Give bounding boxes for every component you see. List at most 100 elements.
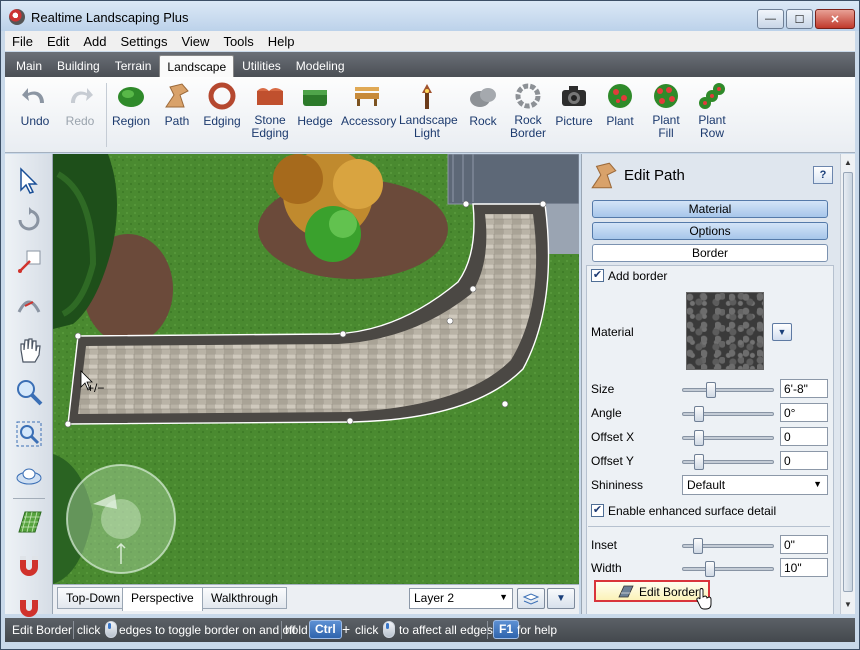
shininess-label: Shininess [591,478,644,492]
tab-modeling[interactable]: Modeling [289,55,352,77]
rock-button[interactable]: Rock [463,81,503,128]
title-bar: Realtime Landscaping Plus — ☐ ✕ [1,1,859,31]
scroll-down-icon[interactable]: ▼ [844,600,852,609]
offset-x-slider-thumb[interactable] [694,430,704,446]
plant-fill-button[interactable]: Plant Fill [646,81,686,140]
edging-button[interactable]: Edging [202,81,242,128]
arc-icon[interactable] [15,290,43,318]
tab-building[interactable]: Building [50,55,107,77]
hedge-label: Hedge [297,114,333,128]
landscape-viewport[interactable]: +/− [53,154,579,584]
offset-y-slider[interactable] [682,454,774,470]
redo-label: Redo [65,114,95,128]
accessory-button[interactable]: Accessory [341,81,396,128]
border-section-button[interactable]: Border [592,244,828,262]
width-slider[interactable] [682,561,774,577]
shininess-select[interactable]: Default ▼ [682,475,828,495]
rock-icon [470,88,496,107]
grid-icon[interactable] [15,508,43,536]
inset-slider[interactable] [682,538,774,554]
close-button[interactable]: ✕ [815,9,855,29]
layers-button[interactable] [517,588,545,609]
plant-row-button[interactable]: Plant Row [692,81,732,140]
picture-button[interactable]: Picture [554,81,594,128]
help-button[interactable]: ? [813,166,833,184]
inset-field[interactable]: 0" [780,535,828,554]
size-label: Size [591,382,615,396]
tab-walkthrough[interactable]: Walkthrough [202,587,287,609]
rotate-icon[interactable] [15,206,43,234]
plant-label: Plant [606,114,634,128]
add-border-checkbox[interactable]: ✔ [591,269,604,282]
menu-settings[interactable]: Settings [114,34,175,49]
rock-border-button[interactable]: Rock Border [508,81,548,140]
maximize-button[interactable]: ☐ [786,9,813,29]
layer-select[interactable]: Layer 2 ▼ [409,588,513,609]
offset-y-label: Offset Y [591,454,634,468]
mouse-pointer-icon [696,588,712,610]
accessory-icon [355,87,379,106]
angle-slider[interactable] [682,406,774,422]
zoom-extents-icon[interactable] [15,420,43,448]
path-label: Path [164,114,190,128]
width-field[interactable]: 10" [780,558,828,577]
edit-border-icon [618,585,634,598]
landscape-scene[interactable]: +/− [53,154,579,584]
chevron-down-icon: ▼ [499,592,508,602]
stone-edging-icon [257,88,283,105]
redo-button[interactable]: Redo [60,81,100,128]
tab-terrain[interactable]: Terrain [108,55,159,77]
inset-slider-thumb[interactable] [693,538,703,554]
magnet-icon[interactable] [15,552,43,580]
zoom-icon[interactable] [15,378,43,406]
material-dropdown-button[interactable]: ▼ [772,323,792,341]
menu-view[interactable]: View [174,34,216,49]
enhanced-detail-checkbox[interactable]: ✔ [591,504,604,517]
offset-y-slider-thumb[interactable] [694,454,704,470]
stone-edging-button[interactable]: Stone Edging [248,81,292,140]
size-slider[interactable] [682,382,774,398]
menu-tools[interactable]: Tools [216,34,260,49]
menu-file[interactable]: File [5,34,40,49]
tab-landscape[interactable]: Landscape [159,55,235,77]
landscape-light-button[interactable]: Landscape Light [399,81,458,140]
scroll-up-icon[interactable]: ▲ [844,158,852,167]
offset-x-slider[interactable] [682,430,774,446]
plant-button[interactable]: Plant [600,81,640,128]
options-section-button[interactable]: Options [592,222,828,240]
scrollbar-thumb[interactable] [843,172,853,592]
undo-button[interactable]: Undo [15,81,55,128]
app-window: Realtime Landscaping Plus — ☐ ✕ File Edi… [0,0,860,650]
tab-utilities[interactable]: Utilities [235,55,288,77]
offset-y-field[interactable]: 0 [780,451,828,470]
size-slider-thumb[interactable] [706,382,716,398]
minimize-button[interactable]: — [757,9,784,29]
menu-help[interactable]: Help [261,34,302,49]
plant-fill-icon [654,84,678,108]
edit-border-button[interactable]: Edit Border [594,580,710,602]
resize-icon[interactable] [15,248,43,276]
select-arrow-icon[interactable] [15,166,43,194]
hedge-icon [303,90,327,106]
layer-menu-button[interactable]: ▼ [547,588,575,609]
hedge-button[interactable]: Hedge [295,81,335,128]
pan-hand-icon[interactable] [15,336,43,364]
tab-perspective[interactable]: Perspective [122,587,203,611]
size-field[interactable]: 6'-8" [780,379,828,398]
angle-field[interactable]: 0° [780,403,828,422]
offset-x-field[interactable]: 0 [780,427,828,446]
snap-icon[interactable] [15,592,43,620]
menu-edit[interactable]: Edit [40,34,76,49]
menu-add[interactable]: Add [76,34,113,49]
width-slider-thumb[interactable] [705,561,715,577]
tab-top-down[interactable]: Top-Down [57,587,130,609]
material-section-button[interactable]: Material [592,200,828,218]
tab-main[interactable]: Main [9,55,49,77]
path-button[interactable]: Path [157,81,197,128]
region-button[interactable]: Region [111,81,151,128]
undo-label: Undo [20,114,50,128]
angle-slider-thumb[interactable] [694,406,704,422]
orbit-icon[interactable] [15,462,43,490]
material-swatch[interactable] [686,292,764,370]
panel-scrollbar[interactable]: ▲ ▼ [840,154,855,614]
